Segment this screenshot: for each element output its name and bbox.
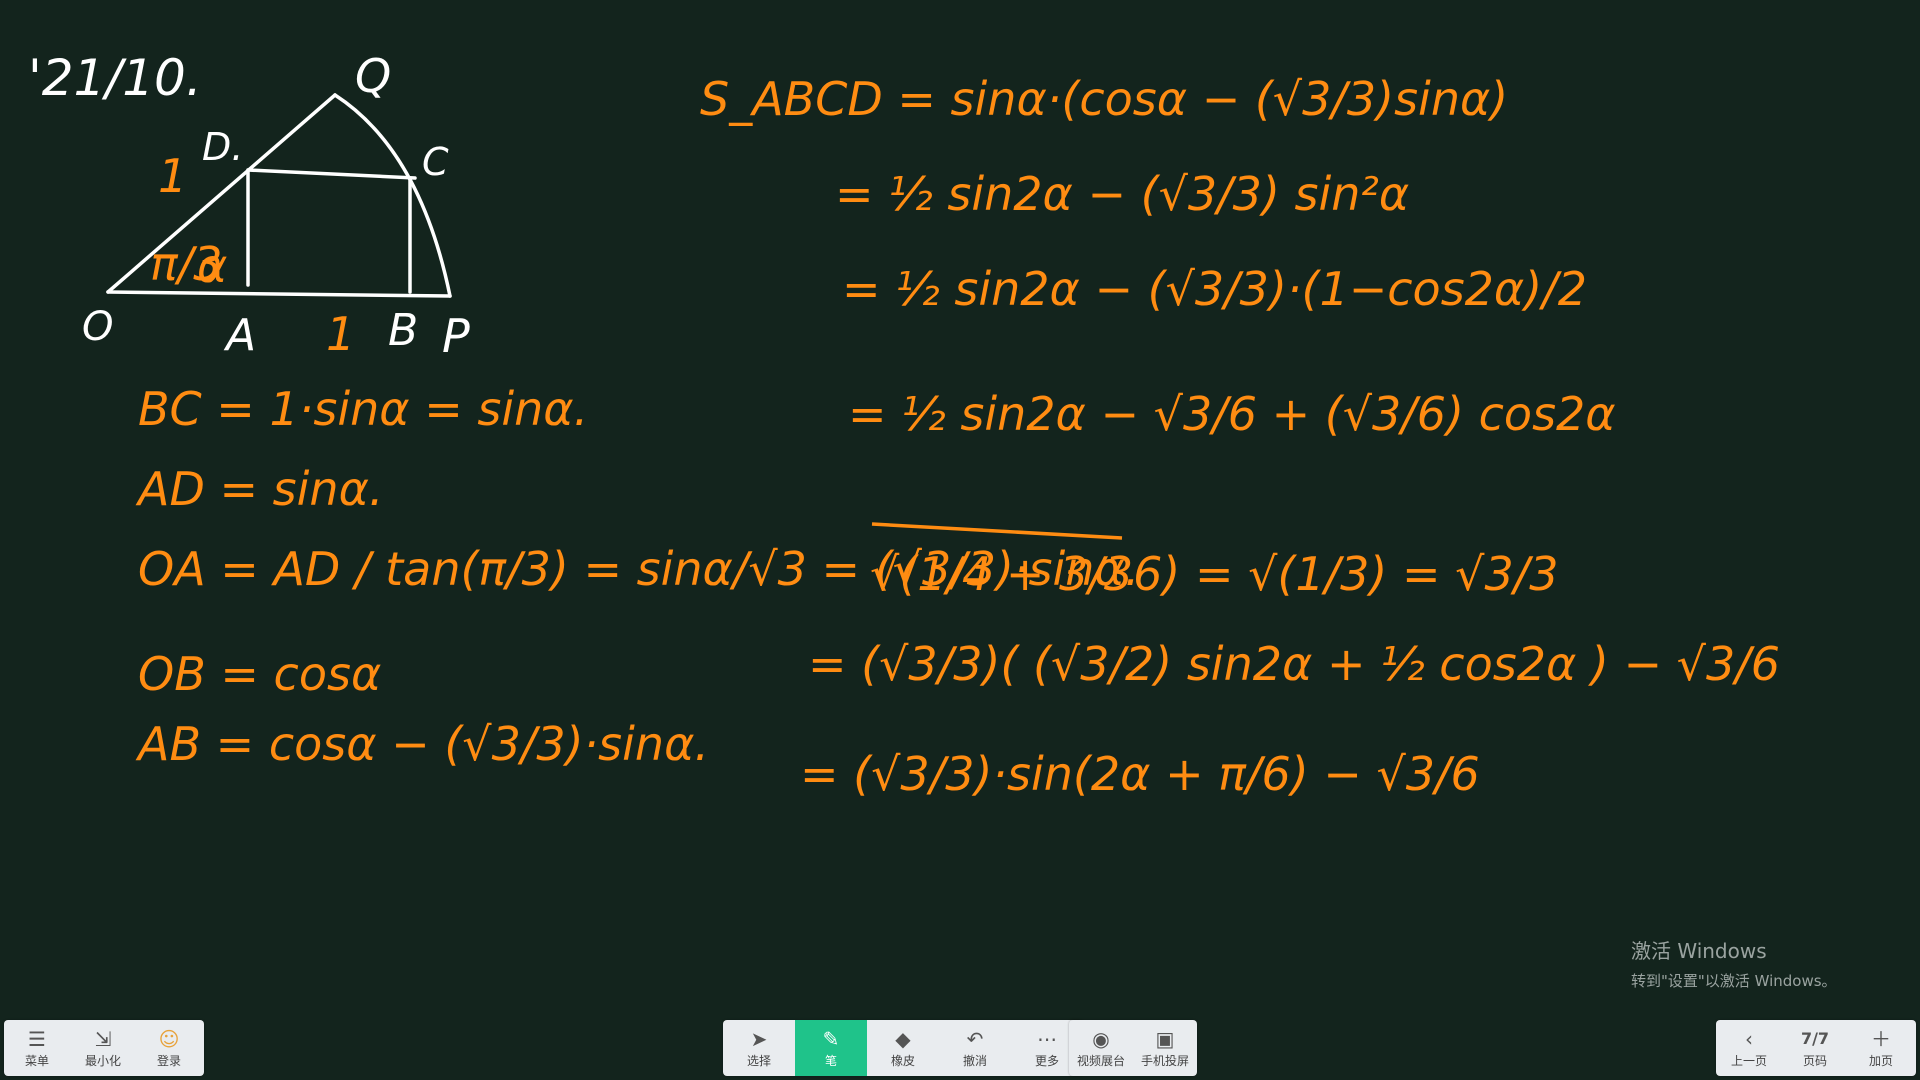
login-label: 登录 [156,1053,181,1068]
undo-button[interactable]: ↶ 撤消 [939,1020,1011,1076]
right-line-2: = ½ sin2α − (√3/3) sin²α [835,167,1409,221]
prev-page-button[interactable]: ‹ 上一页 [1716,1020,1782,1076]
plus-icon: ＋ [1871,1026,1891,1051]
windows-activation-watermark: 激活 Windows 转到"设置"以激活 Windows。 [1631,935,1837,991]
segment-DC [246,168,417,180]
minimize-label: 最小化 [84,1053,121,1068]
toolbar-media: ◉ 视频展台 ▣ 手机投屏 [1069,1020,1197,1076]
menu-button[interactable]: ☰ 菜单 [4,1020,70,1076]
toolbar-center: ➤ 选择 ✎ 笔 ◆ 橡皮 ↶ 撤消 ⋯ 更多 [723,1020,1083,1076]
right-line-3: = ½ sin2α − (√3/3)·(1−cos2α)/2 [842,262,1587,316]
page-number-label: 页码 [1802,1053,1827,1068]
label-D: D. [202,125,243,169]
menu-icon: ☰ [28,1026,46,1051]
label-C: C [422,140,449,184]
title-note: '21/10. [28,49,202,107]
undo-icon: ↶ [966,1026,984,1051]
login-button[interactable]: ☺ 登录 [136,1020,202,1076]
eraser-tool-button[interactable]: ◆ 橡皮 [867,1020,939,1076]
toolbar-left: ☰ 菜单 ⇲ 最小化 ☺ 登录 [4,1020,204,1076]
eraser-label: 橡皮 [890,1053,915,1068]
label-Q: Q [355,49,391,103]
add-page-button[interactable]: ＋ 加页 [1848,1020,1914,1076]
more-icon: ⋯ [1037,1026,1057,1051]
phone-cast-icon: ▣ [1155,1026,1175,1051]
phone-cast-label: 手机投屏 [1140,1053,1189,1068]
label-P: P [442,309,470,363]
add-page-label: 加页 [1868,1053,1893,1068]
toolbar-right: ‹ 上一页 7/7 页码 ＋ 加页 [1716,1020,1916,1076]
ink-layer: '21/10. Q D. C O A B P 1 1 π/3 α BC = 1·… [28,49,1780,801]
minimize-icon: ⇲ [94,1026,112,1051]
chevron-left-icon: ‹ [1745,1026,1753,1051]
select-label: 选择 [746,1053,771,1068]
arc-QP [333,93,452,298]
right-line-7: = (√3/3)·sin(2α + π/6) − √3/6 [800,747,1480,801]
pen-icon: ✎ [822,1026,840,1051]
ray-OP [106,290,452,298]
label-one-left: 1 [158,149,187,203]
phone-cast-button[interactable]: ▣ 手机投屏 [1133,1020,1197,1076]
more-label: 更多 [1034,1053,1059,1068]
right-line-5: √(1/4 + 3/36) = √(1/3) = √3/3 [870,547,1558,601]
whiteboard-canvas[interactable]: '21/10. Q D. C O A B P 1 1 π/3 α BC = 1·… [0,0,1920,1080]
menu-label: 菜单 [24,1053,49,1068]
page-number[interactable]: 7/7 页码 [1782,1020,1848,1076]
watermark-line1: 激活 Windows [1631,939,1767,963]
right-line-1: S_ABCD = sinα·(cosα − (√3/3)sinα) [700,72,1508,126]
left-line-1: BC = 1·sinα = sinα. [138,382,588,436]
right-line-6: = (√3/3)( (√3/2) sin2α + ½ cos2α ) − √3/… [808,637,1780,691]
label-one-bottom: 1 [326,307,355,361]
video-booth-label: 视频展台 [1076,1053,1125,1068]
pen-tool-button[interactable]: ✎ 笔 [795,1020,867,1076]
avatar-icon: ☺ [158,1026,180,1051]
left-line-5: AB = cosα − (√3/3)·sinα. [135,717,709,771]
left-line-4: OB = cosα [138,647,381,701]
pen-label: 笔 [824,1053,837,1068]
label-B: B [388,305,418,356]
camera-icon: ◉ [1092,1026,1110,1051]
page-number-value: 7/7 [1800,1028,1830,1048]
right-line-4: = ½ sin2α − √3/6 + (√3/6) cos2α [848,387,1616,441]
select-tool-button[interactable]: ➤ 选择 [723,1020,795,1076]
left-line-2: AD = sinα. [135,462,384,516]
undo-label: 撤消 [962,1053,987,1068]
right-work: S_ABCD = sinα·(cosα − (√3/3)sinα) = ½ si… [700,72,1780,801]
label-alpha: α [197,239,227,293]
video-booth-button[interactable]: ◉ 视频展台 [1069,1020,1133,1076]
label-A: A [223,310,256,361]
cursor-icon: ➤ [750,1026,768,1051]
minimize-button[interactable]: ⇲ 最小化 [70,1020,136,1076]
eraser-icon: ◆ [895,1026,911,1051]
label-O: O [82,304,113,350]
prev-page-label: 上一页 [1730,1053,1767,1068]
watermark-line2: 转到"设置"以激活 Windows。 [1631,972,1837,990]
